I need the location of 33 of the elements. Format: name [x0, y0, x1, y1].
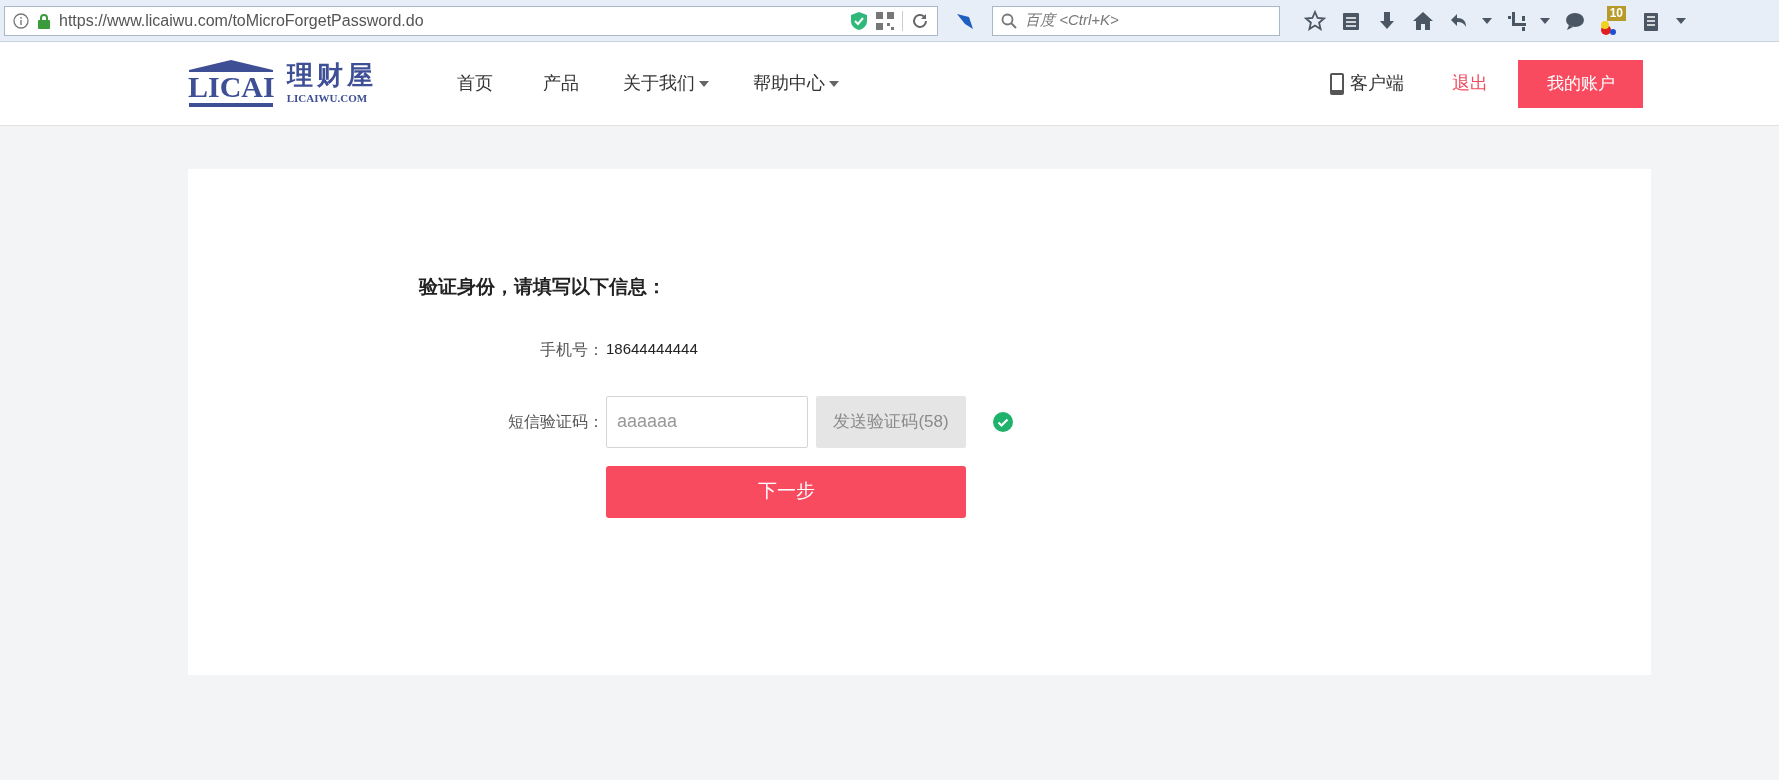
nav-link[interactable]: 帮助中心	[752, 70, 839, 97]
info-icon[interactable]	[13, 12, 29, 29]
logo-name: 理财屋	[286, 60, 377, 91]
search-icon	[1001, 12, 1017, 29]
client-link[interactable]: 客户端	[1350, 70, 1404, 97]
shield-icon[interactable]	[850, 10, 868, 31]
temple-roof-icon	[189, 60, 274, 72]
nav-link[interactable]: 关于我们	[622, 70, 709, 97]
colored-dots-icon[interactable]	[1600, 20, 1618, 36]
caret-icon[interactable]	[1676, 17, 1686, 24]
search-placeholder: 百度 <Ctrl+K>	[1025, 10, 1119, 31]
crop-icon[interactable]	[1506, 9, 1528, 32]
search-field[interactable]: 百度 <Ctrl+K>	[992, 5, 1280, 36]
nav-link[interactable]: 产品	[542, 70, 579, 97]
caret-icon[interactable]	[1540, 17, 1550, 24]
logo-domain: LICAIWU.COM	[286, 91, 369, 107]
phone-label: 手机号：	[539, 339, 604, 360]
logout-link[interactable]: 退出	[1452, 70, 1488, 97]
form-heading: 验证身份，请填写以下信息：	[419, 275, 667, 299]
notification-badge: 10	[1606, 5, 1626, 21]
phone-number: 18644444444	[606, 339, 698, 360]
caret-icon[interactable]	[1482, 17, 1492, 24]
qr-code-icon[interactable]	[876, 11, 894, 30]
nav-link[interactable]: 首页	[456, 70, 493, 97]
home-icon[interactable]	[1412, 9, 1434, 32]
url-text: https://www.licaiwu.com/toMicroForgetPassword.do	[59, 10, 425, 31]
phone-icon	[1330, 72, 1344, 95]
lock-icon[interactable]	[37, 12, 51, 29]
url-field[interactable]: https://www.licaiwu.com/toMicroForgetPassword.do	[4, 5, 938, 36]
logo-mark: LICAI	[188, 72, 275, 102]
star-icon[interactable]	[1304, 9, 1326, 32]
sms-code-label: 短信验证码：	[507, 411, 604, 432]
reload-icon[interactable]	[911, 11, 929, 30]
